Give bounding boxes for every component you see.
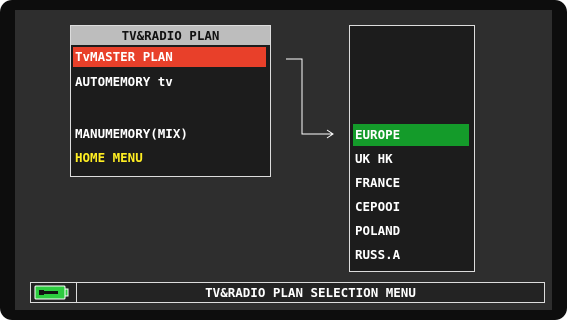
list-item-poland[interactable]: POLAND [353, 220, 469, 242]
menu-item-automemory-tv[interactable]: AUTOMEMORY tv [73, 72, 266, 92]
device-screen: TV&RADIO PLAN TvMASTER PLAN AUTOMEMORY t… [0, 0, 567, 320]
menu-item-manumemory-mix[interactable]: MANUMEMORY(MIX) [73, 124, 266, 144]
list-item-france[interactable]: FRANCE [353, 172, 469, 194]
list-item-cepooi[interactable]: CEPOOI [353, 196, 469, 218]
menu-title: TV&RADIO PLAN [71, 26, 270, 45]
list-item-russ-a[interactable]: RUSS.A [353, 244, 469, 266]
list-item-uk-hk[interactable]: UK HK [353, 148, 469, 170]
menu-item-home-menu[interactable]: HOME MENU [73, 148, 266, 168]
status-title: TV&RADIO PLAN SELECTION MENU [205, 285, 416, 300]
plan-selection-list: EUROPE UK HK FRANCE CEPOOI POLAND RUSS.A [349, 25, 475, 272]
tv-radio-plan-menu: TV&RADIO PLAN TvMASTER PLAN AUTOMEMORY t… [70, 25, 271, 177]
battery-charging-icon [34, 285, 69, 300]
display-area: TV&RADIO PLAN TvMASTER PLAN AUTOMEMORY t… [15, 10, 552, 310]
menu-item-tvmaster-plan[interactable]: TvMASTER PLAN [73, 47, 266, 67]
connector-arrow-icon [286, 58, 334, 139]
list-item-europe[interactable]: EUROPE [353, 124, 469, 146]
status-bar: TV&RADIO PLAN SELECTION MENU [30, 282, 545, 303]
